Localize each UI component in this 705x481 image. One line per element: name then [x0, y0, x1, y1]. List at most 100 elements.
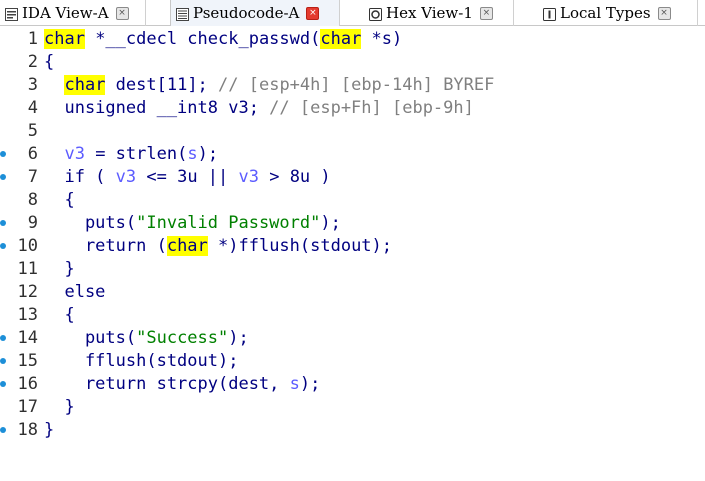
code-token: {: [44, 305, 75, 325]
code-line[interactable]: 16 return strcpy(dest, s);: [0, 373, 705, 396]
close-icon[interactable]: ×: [479, 6, 493, 20]
code-token: *s): [361, 29, 403, 49]
code-token: puts(: [44, 328, 137, 348]
code-token: *__cdecl check_passwd(: [84, 29, 321, 49]
line-number: 2: [27, 52, 38, 72]
variable-token: v3: [115, 167, 137, 187]
variable-token: v3: [238, 167, 259, 187]
close-icon[interactable]: ×: [657, 6, 671, 20]
close-icon[interactable]: ×: [115, 6, 129, 20]
code-line[interactable]: 1 char *__cdecl check_passwd(char *s): [0, 28, 705, 51]
code-text: return (char *)fflush(stdout);: [44, 235, 392, 258]
code-text: return strcpy(dest, s);: [44, 373, 320, 396]
code-token: return strcpy(dest,: [44, 374, 290, 394]
pseudocode-editor[interactable]: 1 char *__cdecl check_passwd(char *s) 2{3 …: [0, 28, 705, 442]
code-line[interactable]: 11 }: [0, 258, 705, 281]
line-number: 4: [27, 98, 38, 118]
tab-label: Hex View-1: [386, 4, 473, 22]
code-line[interactable]: 15 fflush(stdout);: [0, 350, 705, 373]
highlighted-token: char: [320, 29, 362, 49]
line-number: 7: [27, 167, 38, 187]
code-token: *)fflush(stdout);: [207, 236, 393, 256]
code-line[interactable]: 13 {: [0, 304, 705, 327]
code-line[interactable]: 3 char dest[11]; // [esp+4h] [ebp-14h] B…: [0, 74, 705, 97]
code-token: dest[11];: [105, 75, 219, 95]
code-text: unsigned __int8 v3; // [esp+Fh] [ebp-9h]: [44, 97, 473, 120]
code-token: > 8u ): [258, 167, 331, 187]
code-text: }: [44, 419, 54, 442]
code-token: <= 3u ||: [136, 167, 239, 187]
string-literal: "Success": [136, 328, 229, 348]
tab-hex-view-1[interactable]: Hex View-1 ×: [364, 0, 514, 26]
code-line[interactable]: 17 }: [0, 396, 705, 419]
line-number: 8: [27, 190, 38, 210]
code-token: );: [320, 213, 341, 233]
code-line[interactable]: 14 puts("Success");: [0, 327, 705, 350]
code-token: );: [228, 328, 249, 348]
line-number: 16: [17, 374, 38, 394]
line-number: 12: [17, 282, 38, 302]
hex-view-icon: [369, 7, 382, 21]
line-number: 15: [17, 351, 38, 371]
line-number: 17: [17, 397, 38, 417]
variable-token: s: [289, 374, 300, 394]
tab-pseudocode-a[interactable]: Pseudocode-A ×: [170, 0, 340, 26]
tab-bar: IDA View-A × Pseudocode-A × Hex View-1 ×…: [0, 0, 705, 26]
code-text: {: [44, 189, 75, 212]
code-line[interactable]: 18}: [0, 419, 705, 442]
highlighted-token: char: [166, 236, 208, 256]
code-text: puts("Success");: [44, 327, 249, 350]
code-line[interactable]: 9 puts("Invalid Password");: [0, 212, 705, 235]
code-line[interactable]: 7 if ( v3 <= 3u || v3 > 8u ): [0, 166, 705, 189]
line-number: 10: [17, 236, 38, 256]
code-token: else: [44, 282, 106, 302]
code-text: v3 = strlen(s);: [44, 143, 218, 166]
code-token: {: [44, 190, 75, 210]
code-token: );: [299, 374, 321, 394]
code-line[interactable]: 8 {: [0, 189, 705, 212]
line-number: 3: [27, 75, 38, 95]
line-number: 6: [27, 144, 38, 164]
code-token: }: [44, 420, 55, 440]
pseudocode-icon: [176, 7, 189, 21]
code-token: unsigned __int8 v3;: [44, 98, 270, 118]
code-line[interactable]: 2{: [0, 51, 705, 74]
code-token: fflush(stdout);: [44, 351, 239, 371]
code-text: if ( v3 <= 3u || v3 > 8u ): [44, 166, 331, 189]
line-number: 11: [17, 259, 38, 279]
code-line[interactable]: 6 v3 = strlen(s);: [0, 143, 705, 166]
highlighted-token: char: [64, 75, 106, 95]
line-number: 9: [27, 213, 38, 233]
line-number: 1: [27, 29, 38, 49]
close-icon[interactable]: ×: [306, 6, 320, 20]
code-line[interactable]: 5: [0, 120, 705, 143]
code-token: puts(: [44, 213, 137, 233]
code-text: char dest[11]; // [esp+4h] [ebp-14h] BYR…: [44, 74, 494, 97]
code-comment: // [esp+4h] [ebp-14h] BYREF: [218, 75, 495, 95]
code-token: if (: [44, 167, 116, 187]
code-line[interactable]: 12 else: [0, 281, 705, 304]
tab-ida-view-a[interactable]: IDA View-A ×: [0, 0, 146, 26]
line-number: 5: [27, 121, 38, 141]
code-line[interactable]: 4 unsigned __int8 v3; // [esp+Fh] [ebp-9…: [0, 97, 705, 120]
code-text: else: [44, 281, 105, 304]
code-text: {: [44, 51, 54, 74]
line-number: 18: [17, 420, 38, 440]
tab-label: Pseudocode-A: [193, 4, 300, 22]
code-text: }: [44, 258, 75, 281]
string-literal: "Invalid Password": [136, 213, 321, 233]
code-token: }: [44, 397, 75, 417]
line-number: 13: [17, 305, 38, 325]
variable-token: v3: [64, 144, 85, 164]
code-token: = strlen(: [84, 144, 188, 164]
tab-local-types[interactable]: Local Types ×: [538, 0, 698, 26]
code-token: return (: [44, 236, 167, 256]
code-text: fflush(stdout);: [44, 350, 239, 373]
line-number: 14: [17, 328, 38, 348]
code-text: puts("Invalid Password");: [44, 212, 341, 235]
code-token: }: [44, 259, 75, 279]
code-line[interactable]: 10 return (char *)fflush(stdout);: [0, 235, 705, 258]
code-text: char *__cdecl check_passwd(char *s): [44, 28, 402, 51]
